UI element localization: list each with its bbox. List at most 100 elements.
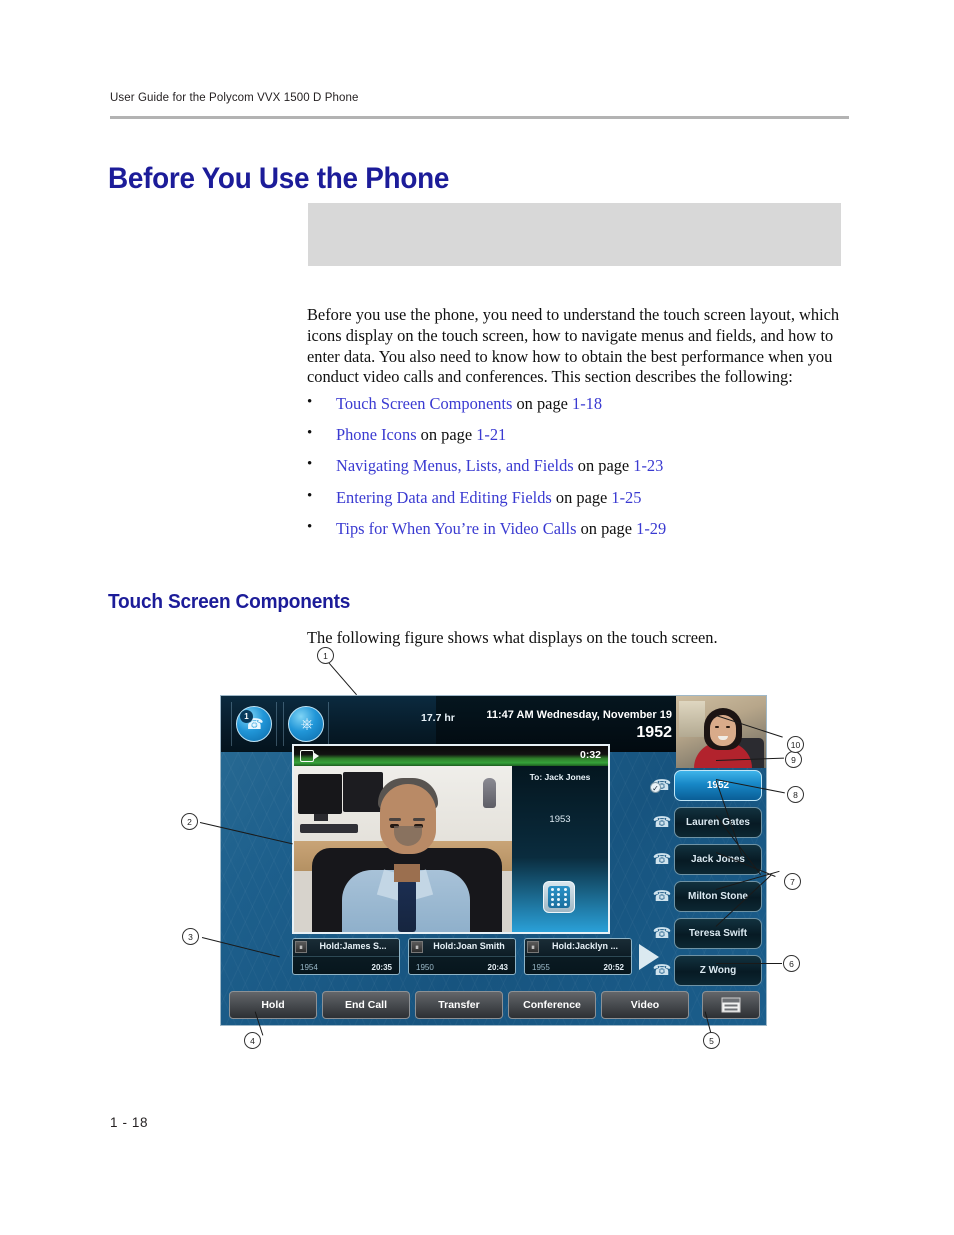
handset-icon: ☎	[652, 852, 672, 868]
datetime-display: 11:47 AM Wednesday, November 19	[486, 709, 672, 721]
keypad-dot	[551, 897, 555, 901]
keypad-dot	[557, 902, 561, 906]
conference-button[interactable]: Conference	[508, 991, 596, 1019]
list-item: • Entering Data and Editing Fields on pa…	[307, 488, 847, 519]
callout-6: 6	[783, 955, 800, 972]
video-person-neck	[394, 864, 420, 882]
hold-icon: ⏸	[411, 941, 423, 953]
list-item-content: Phone Icons on page 1-21	[336, 425, 506, 445]
callout-5: 5	[703, 1032, 720, 1049]
held-call-number: 1955	[532, 963, 550, 972]
active-call-check-icon: ✓	[650, 782, 661, 793]
transfer-button[interactable]: Transfer	[415, 991, 503, 1019]
video-brow-right	[413, 818, 425, 821]
callout-9: 9	[785, 751, 802, 768]
end-call-button[interactable]: End Call	[322, 991, 410, 1019]
list-item-content: Navigating Menus, Lists, and Fields on p…	[336, 456, 663, 476]
video-monitor-stand	[314, 814, 328, 821]
cross-reference-link[interactable]: Navigating Menus, Lists, and Fields	[336, 456, 574, 475]
line-key-row: ☎ Lauren Gates	[650, 807, 762, 844]
held-call-james[interactable]: ⏸ Hold:James S... 1954 20:35	[292, 938, 400, 975]
line-key-z-wong[interactable]: Z Wong	[674, 955, 762, 986]
line-key-row: ☎ Teresa Swift	[650, 918, 762, 955]
call-duration: 0:32	[579, 749, 601, 761]
cross-reference-link[interactable]: Tips for When You’re in Video Calls	[336, 519, 577, 538]
video-window-titlebar: 0:32	[294, 746, 608, 766]
list-item: • Tips for When You’re in Video Calls on…	[307, 519, 847, 550]
held-call-number: 1950	[416, 963, 434, 972]
touch-screen-figure: 1 2 3 4 5 6 7 8 9 10 ☎ 1 ⎈ 17.7 hr 11:47…	[160, 640, 840, 1070]
held-call-joan[interactable]: ⏸ Hold:Joan Smith 1950 20:43	[408, 938, 516, 975]
document-page: User Guide for the Polycom VVX 1500 D Ph…	[0, 0, 954, 1235]
menu-button[interactable]	[702, 991, 760, 1019]
line-key-row: ☎ ✓ 1952	[650, 770, 762, 807]
bullet-marker: •	[307, 487, 313, 504]
line-badge: 1	[240, 710, 253, 723]
page-title: Before You Use the Phone	[108, 162, 450, 196]
held-call-title: Hold:Joan Smith	[433, 941, 505, 951]
list-item-mid: on page	[573, 456, 634, 476]
camera-icon	[300, 750, 320, 763]
self-view-video[interactable]	[676, 696, 766, 768]
keypad-dot	[557, 893, 561, 897]
far-end-video	[294, 766, 516, 932]
keypad-dot	[563, 897, 567, 901]
held-call-jacklyn[interactable]: ⏸ Hold:Jacklyn ... 1955 20:52	[524, 938, 632, 975]
far-party-panel: To: Jack Jones 1953	[512, 766, 608, 932]
page-reference[interactable]: 1-18	[572, 394, 602, 413]
video-necktie	[398, 880, 416, 932]
keypad-dot	[551, 902, 555, 906]
phone-touch-screen[interactable]: ☎ 1 ⎈ 17.7 hr 11:47 AM Wednesday, Novemb…	[220, 695, 767, 1026]
intro-paragraph: Before you use the phone, you need to un…	[307, 305, 840, 387]
scroll-right-arrow-icon[interactable]	[639, 944, 659, 970]
battery-status: 17.7 hr	[421, 712, 455, 724]
bullet-marker: •	[307, 394, 313, 410]
keypad-dot	[557, 888, 561, 892]
keypad-dot	[557, 897, 561, 901]
list-item: • Phone Icons on page 1-21	[307, 425, 847, 456]
section-heading: Touch Screen Components	[108, 590, 351, 613]
callout-7: 7	[784, 873, 801, 890]
self-view-eye-right	[726, 726, 730, 728]
cross-reference-link[interactable]: Entering Data and Editing Fields	[336, 488, 552, 507]
extension-display: 1952	[636, 724, 672, 741]
list-item-mid: on page	[576, 518, 637, 538]
page-reference[interactable]: 1-23	[633, 456, 663, 475]
video-button[interactable]: Video	[601, 991, 689, 1019]
held-call-header: ⏸ Hold:James S...	[293, 939, 399, 957]
held-call-duration: 20:35	[371, 963, 392, 972]
list-item-content: Tips for When You’re in Video Calls on p…	[336, 519, 666, 539]
line-status-cell[interactable]: ☎ 1	[231, 702, 277, 746]
cross-reference-link[interactable]: Touch Screen Components	[336, 394, 512, 413]
hold-button[interactable]: Hold	[229, 991, 317, 1019]
soft-key-bar: Hold End Call Transfer Conference Video	[229, 991, 760, 1019]
bullet-list: • Touch Screen Components on page 1-18 •…	[307, 394, 847, 550]
page-reference[interactable]: 1-29	[636, 519, 666, 538]
header-rule	[110, 116, 849, 119]
keypad-icon[interactable]	[543, 881, 575, 913]
usb-icon[interactable]: ⎈	[288, 706, 324, 742]
self-view-mouth	[718, 736, 728, 740]
line-key-lauren-gates[interactable]: Lauren Gates	[674, 807, 762, 838]
cross-reference-link[interactable]: Phone Icons	[336, 425, 417, 444]
keypad-dot	[563, 888, 567, 892]
handset-icon: ☎	[652, 889, 672, 905]
list-item-content: Touch Screen Components on page 1-18	[336, 394, 602, 414]
held-call-duration: 20:43	[487, 963, 508, 972]
held-call-number: 1954	[300, 963, 318, 972]
page-reference[interactable]: 1-25	[611, 488, 641, 507]
held-call-header: ⏸ Hold:Jacklyn ...	[525, 939, 631, 957]
hold-icon: ⏸	[295, 941, 307, 953]
list-item-mid: on page	[551, 487, 612, 507]
video-monitor-1	[298, 774, 342, 814]
usb-status-cell[interactable]: ⎈	[283, 702, 329, 746]
held-call-duration: 20:52	[603, 963, 624, 972]
page-reference[interactable]: 1-21	[476, 425, 506, 444]
handset-icon[interactable]: ☎ 1	[236, 706, 272, 742]
handset-icon: ☎	[652, 815, 672, 831]
usb-glyph: ⎈	[300, 716, 314, 733]
active-call-video-window[interactable]: 0:32 To: Jack Jones 1953	[292, 744, 610, 934]
page-number: 1 - 18	[110, 1115, 149, 1130]
bullet-marker: •	[307, 425, 313, 442]
callout-2: 2	[181, 813, 198, 830]
